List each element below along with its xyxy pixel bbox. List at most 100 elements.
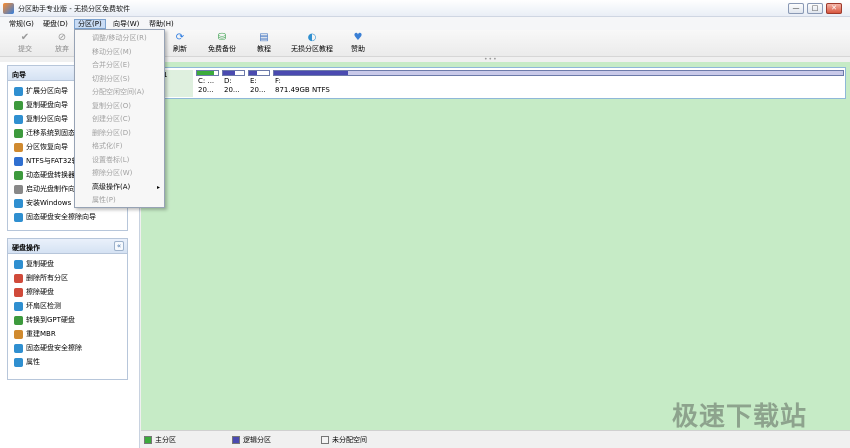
window-controls: — □ ✕ (788, 3, 842, 14)
partition-menu-item[interactable]: 创建分区(C) (75, 113, 164, 126)
menu-partition[interactable]: 分区(P) (74, 19, 106, 29)
disk-op-item-label: 删除所有分区 (26, 274, 68, 282)
disk-op-item[interactable]: 擦除硬盘 (8, 285, 127, 299)
partition-dropdown-menu: 调整/移动分区(R) 移动分区(M) 合并分区(E) 切割分区(S) 分配空闲空间(A)… (74, 29, 165, 208)
wizard-item-icon (14, 86, 23, 96)
menu-help[interactable]: 帮助(H) (146, 19, 177, 29)
disk-op-item-label: 属性 (26, 358, 40, 366)
disk-operations-panel: 硬盘操作 « 复制硬盘删除所有分区 擦除硬盘坏扇区检测转换到GPT硬盘 重建MBR 固… (7, 238, 128, 380)
wizard-item-label: 固态硬盘安全擦除向导 (26, 213, 96, 221)
disk-op-item-label: 固态硬盘安全擦除 (26, 344, 82, 352)
refresh-icon: ⟳ (175, 32, 185, 43)
free-backup-button[interactable]: ⛁ 免费备份 (202, 32, 242, 54)
partition-menu-item[interactable]: 属性(P) (75, 194, 164, 207)
check-icon: ✔ (20, 32, 30, 43)
wizard-item-label: 分区恢复向导 (26, 143, 68, 151)
partition-menu-item[interactable]: 擦除分区(W) (75, 167, 164, 180)
partition-e[interactable]: E: 20... (248, 70, 270, 97)
menu-disk[interactable]: 硬盘(D) (40, 19, 71, 29)
app-icon (3, 3, 14, 14)
disk-op-item-icon (14, 357, 23, 367)
submenu-arrow-icon: ▸ (156, 183, 160, 191)
partition-menu-item[interactable]: 合并分区(E) (75, 59, 164, 72)
disk-op-item[interactable]: 重建MBR (8, 327, 127, 341)
wizard-item-icon (14, 170, 23, 180)
partition-d-usage (223, 71, 235, 75)
menu-wizard[interactable]: 向导(W) (110, 19, 142, 29)
disk-op-item-label: 转换到GPT硬盘 (26, 316, 75, 324)
partition-tutorial-button[interactable]: ◐ 无损分区教程 (290, 32, 334, 54)
partition-menu-item[interactable]: 分配空闲空间(A) (75, 86, 164, 99)
disk-map-area: 磁盘1 MBR GB C: ... 20... D: 20... E: 20..… (141, 62, 850, 430)
maximize-button[interactable]: □ (807, 3, 823, 14)
disk-op-item-icon (14, 259, 23, 269)
disk-panel-header: 硬盘操作 « (8, 239, 127, 254)
minimize-button[interactable]: — (788, 3, 804, 14)
disk-op-item[interactable]: 固态硬盘安全擦除 (8, 341, 127, 355)
wizard-item-icon (14, 142, 23, 152)
collapse-button[interactable]: « (114, 241, 124, 251)
wizard-item-label: 复制硬盘向导 (26, 101, 68, 109)
wizard-item-icon (14, 114, 23, 124)
splitter-grip[interactable]: ••• (484, 57, 498, 63)
disk-op-item-label: 重建MBR (26, 330, 56, 338)
partition-menu-item[interactable]: 格式化(F) (75, 140, 164, 153)
disk-op-item-icon (14, 315, 23, 325)
legend-unallocated-swatch (321, 436, 329, 444)
partition-menu-item[interactable]: 高级操作(A) ▸ (75, 181, 164, 194)
close-button[interactable]: ✕ (826, 3, 842, 14)
disk-operations-list: 复制硬盘删除所有分区 擦除硬盘坏扇区检测转换到GPT硬盘 重建MBR 固态硬盘安全擦除… (8, 254, 127, 369)
disk-op-item-icon (14, 273, 23, 283)
menu-general[interactable]: 常规(G) (6, 19, 37, 29)
backup-icon: ⛁ (217, 32, 227, 43)
legend-unallocated: 未分配空间 (321, 435, 367, 445)
wizard-item-icon (14, 156, 23, 166)
disk-op-item-label: 擦除硬盘 (26, 288, 54, 296)
wizard-item-label: 复制分区向导 (26, 115, 68, 123)
disk-panel-title: 硬盘操作 (12, 244, 40, 252)
partition-menu-item[interactable]: 切割分区(S) (75, 73, 164, 86)
disk-op-item[interactable]: 删除所有分区 (8, 271, 127, 285)
disk-op-item[interactable]: 坏扇区检测 (8, 299, 127, 313)
refresh-button[interactable]: ⟳ 刷新 (160, 32, 200, 54)
partition-menu-item[interactable]: 移动分区(M) (75, 46, 164, 59)
partition-e-usage (249, 71, 257, 75)
tutorial-icon: ▤ (259, 32, 269, 43)
wizard-item-icon (14, 100, 23, 110)
disk-op-item-label: 坏扇区检测 (26, 302, 61, 310)
legend-primary-swatch (144, 436, 152, 444)
wizard-item[interactable]: 固态硬盘安全擦除向导 (8, 210, 127, 224)
disk-op-item[interactable]: 复制硬盘 (8, 257, 127, 271)
window-title: 分区助手专业版 - 无损分区免费软件 (18, 5, 130, 13)
wizard-panel-title: 向导 (12, 71, 26, 79)
sponsor-button[interactable]: ♥ 赞助 (338, 32, 378, 54)
wizard-item-icon (14, 198, 23, 208)
disk-op-item[interactable]: 转换到GPT硬盘 (8, 313, 127, 327)
partition-menu-item[interactable]: 调整/移动分区(R) (75, 32, 164, 45)
wizard-item-icon (14, 184, 23, 194)
disk-row[interactable]: 磁盘1 MBR GB C: ... 20... D: 20... E: 20..… (144, 67, 846, 99)
partition-c[interactable]: C: ... 20... (196, 70, 219, 97)
partition-f[interactable]: F: 871.49GB NTFS (273, 70, 844, 97)
disk-op-item-icon (14, 329, 23, 339)
disk-op-item-icon (14, 287, 23, 297)
disk-op-item-icon (14, 301, 23, 311)
wizard-item-icon (14, 128, 23, 138)
disk-op-item-icon (14, 343, 23, 353)
legend-logical-swatch (232, 436, 240, 444)
heart-icon: ♥ (353, 32, 363, 43)
partition-menu-item[interactable]: 删除分区(D) (75, 127, 164, 140)
partition-d[interactable]: D: 20... (222, 70, 245, 97)
title-bar: 分区助手专业版 - 无损分区免费软件 — □ ✕ (0, 0, 850, 17)
watermark: 极速下载站 (672, 402, 808, 432)
wizard-item-label: 扩展分区向导 (26, 87, 68, 95)
tutorial-button[interactable]: ▤ 教程 (244, 32, 284, 54)
partition-tutorial-icon: ◐ (307, 32, 317, 43)
wizard-item-icon (14, 212, 23, 222)
partition-f-usage (274, 71, 348, 75)
partition-menu-item[interactable]: 复制分区(O) (75, 100, 164, 113)
submit-button[interactable]: ✔ 提交 (5, 32, 45, 54)
legend-logical: 逻辑分区 (232, 435, 271, 445)
partition-menu-item[interactable]: 设置卷标(L) (75, 154, 164, 167)
disk-op-item[interactable]: 属性 (8, 355, 127, 369)
